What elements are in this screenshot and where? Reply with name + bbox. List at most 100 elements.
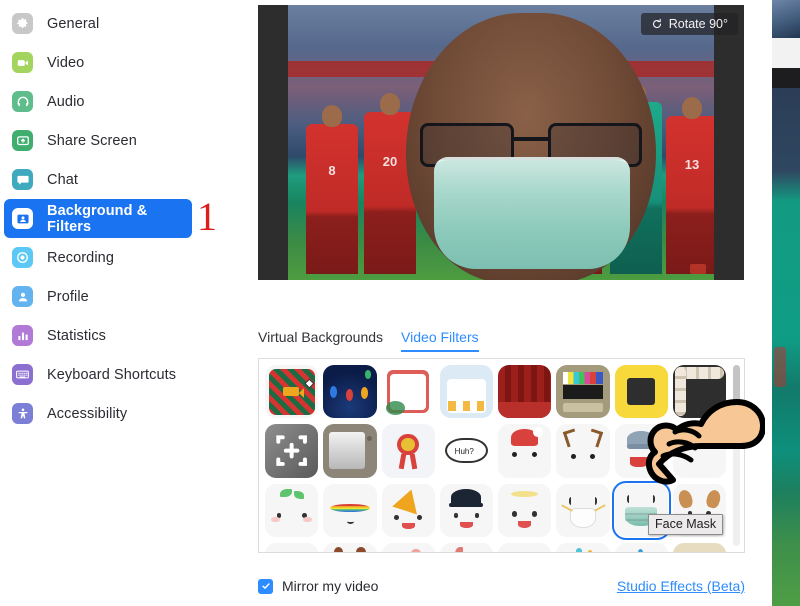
filter-tile-row4-d[interactable] xyxy=(439,542,493,552)
filter-tile-floral-frame[interactable] xyxy=(381,365,435,419)
filter-tile-award-ribbon[interactable] xyxy=(381,424,435,478)
sidebar-item-label: Statistics xyxy=(47,327,107,344)
sidebar-item-label: Audio xyxy=(47,93,85,110)
sidebar-item-label: General xyxy=(47,15,100,32)
filter-tile-red-curtains[interactable] xyxy=(498,365,552,419)
sidebar-item-label: Profile xyxy=(47,288,89,305)
keyboard-icon xyxy=(12,364,33,385)
rotate-90-button[interactable]: Rotate 90° xyxy=(640,13,738,35)
filter-tile-emoji-frame[interactable] xyxy=(614,365,668,419)
mirror-my-video-checkbox[interactable]: Mirror my video xyxy=(258,578,378,594)
snow-house-icon xyxy=(439,365,493,419)
tab-virtual-backgrounds[interactable]: Virtual Backgrounds xyxy=(258,329,383,352)
filter-tile-huh-speech-bubble[interactable]: Huh? xyxy=(439,424,493,478)
player-figure: 13 xyxy=(666,116,714,274)
pearl-frame-icon xyxy=(672,365,726,419)
player-number: 8 xyxy=(328,163,336,178)
sidebar-item-background-and-filters[interactable]: Background & Filters xyxy=(4,199,192,238)
filter-tile-halo-face[interactable] xyxy=(498,483,552,537)
background-filters-tabs: Virtual Backgrounds Video Filters xyxy=(258,329,479,352)
filter-tile-snow-house[interactable] xyxy=(439,365,493,419)
filter-tile-row4-e[interactable] xyxy=(498,542,552,552)
settings-sidebar: General Video Audio Share Screen Chat Ba… xyxy=(0,0,228,606)
filter-tile-antlers-face[interactable] xyxy=(556,424,610,478)
row4-g-icon xyxy=(614,542,668,552)
bg-window-white xyxy=(772,38,800,68)
award-ribbon-icon xyxy=(381,424,435,478)
watermark-logo xyxy=(690,264,706,274)
sidebar-item-statistics[interactable]: Statistics xyxy=(4,316,218,355)
row4-e-icon xyxy=(498,542,552,552)
filter-tile-row4-f[interactable] xyxy=(556,542,610,552)
filter-tile-pizza-face[interactable] xyxy=(381,483,435,537)
sprout-face-icon xyxy=(265,483,319,537)
n95-mask-face-icon xyxy=(556,483,610,537)
row4-f-icon xyxy=(556,542,610,552)
rotate-button-label: Rotate 90° xyxy=(668,17,728,31)
filter-tile-sprout-face[interactable] xyxy=(265,483,319,537)
player-number: 13 xyxy=(684,157,700,173)
filters-scrollbar-thumb[interactable] xyxy=(733,365,740,413)
filter-tile-cap-face[interactable] xyxy=(439,483,493,537)
rotate-icon xyxy=(652,18,661,29)
filter-tile-rainbow-face[interactable] xyxy=(323,483,377,537)
filter-tile-focus-add[interactable] xyxy=(265,424,319,478)
emoji-frame-icon xyxy=(614,365,668,419)
sidebar-item-video[interactable]: Video xyxy=(4,43,218,82)
sidebar-item-chat[interactable]: Chat xyxy=(4,160,218,199)
chat-icon xyxy=(12,169,33,190)
filter-tile-retro-tv[interactable] xyxy=(556,365,610,419)
studio-effects-link[interactable]: Studio Effects (Beta) xyxy=(617,578,745,594)
row4-d-icon xyxy=(439,542,493,552)
filter-tile-n95-mask-face[interactable] xyxy=(556,483,610,537)
sidebar-item-profile[interactable]: Profile xyxy=(4,277,218,316)
gear-icon xyxy=(12,13,33,34)
virtual-background-photo: 8 20 10 23 3 13 xyxy=(288,5,714,280)
row4-a-icon xyxy=(265,542,319,552)
speech-bubble-icon: Huh? xyxy=(439,424,493,478)
sidebar-item-label: Recording xyxy=(47,249,114,266)
sidebar-item-label: Chat xyxy=(47,171,79,188)
tab-video-filters[interactable]: Video Filters xyxy=(401,329,479,352)
filters-scrollbar[interactable] xyxy=(733,365,740,546)
candy-cane-frame-icon xyxy=(265,365,318,418)
focus-add-icon xyxy=(265,424,319,478)
filter-tile-pearl-frame[interactable] xyxy=(672,365,726,419)
filter-tile-frame-candy-cane[interactable] xyxy=(265,365,319,419)
sidebar-item-keyboard-shortcuts[interactable]: Keyboard Shortcuts xyxy=(4,355,218,394)
sidebar-item-label: Share Screen xyxy=(47,132,137,149)
bg-window-top xyxy=(772,0,800,38)
filter-tile-row4-h[interactable] xyxy=(672,542,726,552)
santa-hat-face-icon xyxy=(498,424,552,478)
glasses-bridge xyxy=(514,137,550,141)
filter-tile-row4-a[interactable] xyxy=(265,542,319,552)
filter-tile-row4-c[interactable] xyxy=(381,542,435,552)
cap-face-icon xyxy=(439,483,493,537)
person-card-icon xyxy=(12,208,33,229)
beanie-face-icon xyxy=(614,424,668,478)
bottom-bar: Mirror my video Studio Effects (Beta) xyxy=(258,578,745,594)
filter-tile-partial[interactable] xyxy=(672,424,726,478)
filter-tile-string-lights[interactable] xyxy=(323,365,377,419)
bg-window-photo xyxy=(772,88,800,606)
filter-tile-row4-g[interactable] xyxy=(614,542,668,552)
profile-icon xyxy=(12,286,33,307)
sidebar-item-general[interactable]: General xyxy=(4,4,218,43)
record-icon xyxy=(12,247,33,268)
sidebar-item-share-screen[interactable]: Share Screen xyxy=(4,121,218,160)
sidebar-item-audio[interactable]: Audio xyxy=(4,82,218,121)
sidebar-item-label: Background & Filters xyxy=(47,202,148,235)
row4-h-icon xyxy=(672,542,726,552)
checkbox-checked-icon[interactable] xyxy=(258,578,273,594)
row4-c-icon xyxy=(381,542,435,552)
sidebar-item-label: Accessibility xyxy=(47,405,128,422)
filter-tile-vintage-tv[interactable] xyxy=(323,424,377,478)
share-icon xyxy=(12,130,33,151)
filter-tile-row4-b[interactable] xyxy=(323,542,377,552)
background-window-strip xyxy=(772,0,800,606)
sidebar-item-recording[interactable]: Recording xyxy=(4,238,218,277)
filter-tile-santa-hat-face[interactable] xyxy=(498,424,552,478)
sidebar-item-accessibility[interactable]: Accessibility xyxy=(4,394,218,433)
filter-tile-beanie-face[interactable] xyxy=(614,424,668,478)
sidebar-item-label: Video xyxy=(47,54,85,71)
